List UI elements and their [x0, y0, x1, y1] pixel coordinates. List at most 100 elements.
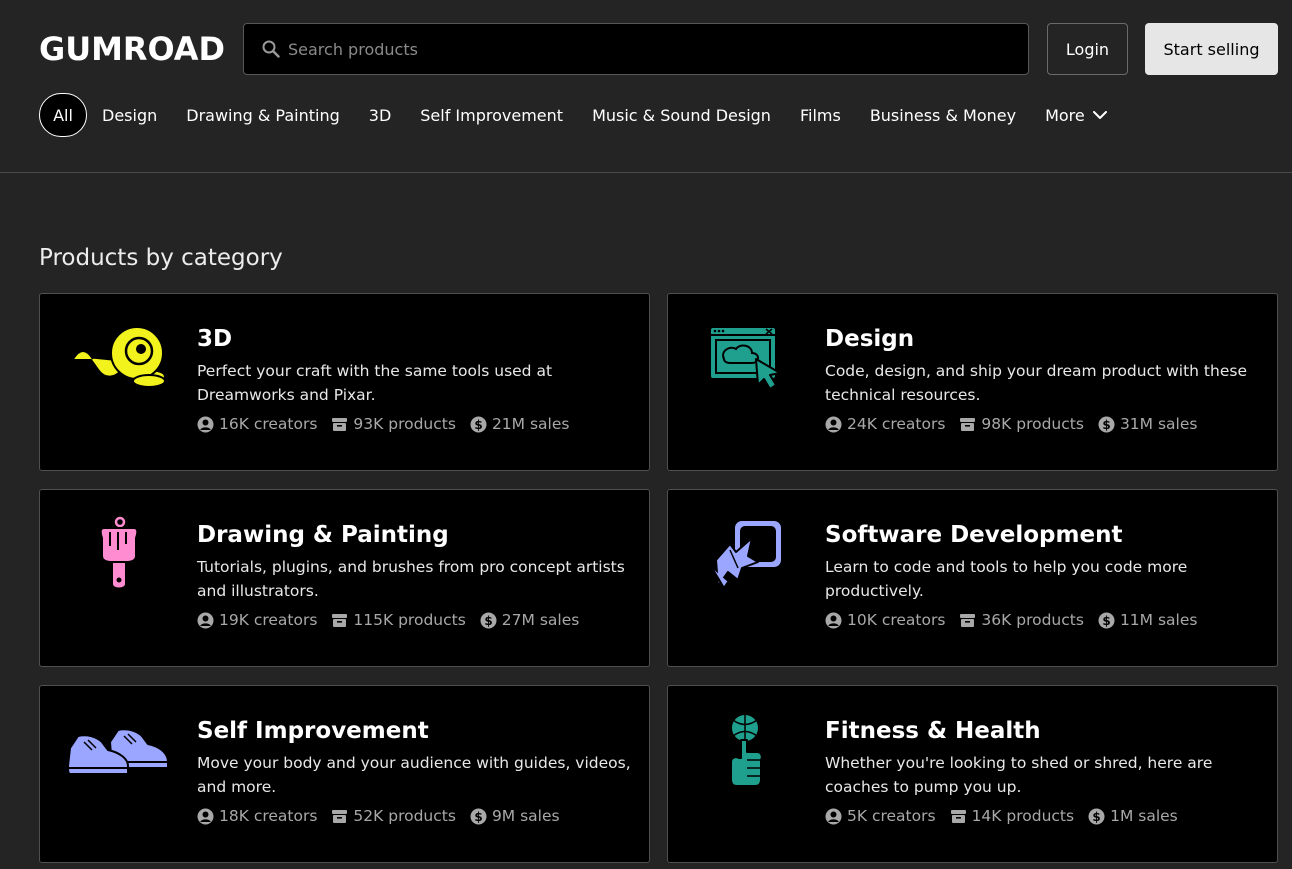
creators-stat: 18K creators — [197, 807, 317, 825]
card-stats: 24K creators 98K products $ 31M sales — [825, 415, 1259, 433]
creators-stat: 24K creators — [825, 415, 945, 433]
products-count: 14K products — [971, 807, 1075, 825]
creators-count: 16K creators — [219, 415, 318, 433]
sales-stat: $ 1M sales — [1088, 807, 1178, 825]
products-stat: 115K products — [331, 611, 466, 629]
sales-stat: $ 9M sales — [470, 807, 560, 825]
creators-count: 10K creators — [847, 611, 946, 629]
search-input[interactable] — [288, 24, 1028, 74]
sales-count: 27M sales — [501, 611, 580, 629]
creators-count: 24K creators — [847, 415, 946, 433]
products-count: 52K products — [353, 807, 456, 825]
card-title: 3D — [197, 326, 233, 352]
card-description: Code, design, and ship your dream produc… — [825, 362, 1247, 404]
sales-count: 21M sales — [491, 415, 570, 433]
sales-count: 31M sales — [1119, 415, 1198, 433]
card-description: Perfect your craft with the same tools u… — [197, 362, 553, 404]
sales-count: 9M sales — [491, 807, 560, 825]
category-tab-business-money[interactable]: Business & Money — [870, 106, 1016, 125]
dollar-coin-icon: $ — [1088, 808, 1105, 825]
more-label: More — [1045, 105, 1085, 125]
category-nav: All Design Drawing & Painting 3D Self Im… — [39, 93, 1136, 137]
software-cursor-icon — [694, 516, 800, 592]
card-description: Move your body and your audience with gu… — [197, 754, 631, 796]
paintbrush-icon — [66, 516, 172, 592]
category-tab-design[interactable]: Design — [102, 106, 157, 125]
archive-box-icon — [331, 416, 348, 433]
svg-text:$: $ — [474, 417, 482, 431]
search-bar — [243, 23, 1029, 75]
creators-stat: 16K creators — [197, 415, 317, 433]
user-circle-icon — [825, 612, 842, 629]
sales-stat: $ 27M sales — [480, 611, 580, 629]
category-tab-music-sound-design[interactable]: Music & Sound Design — [592, 106, 771, 125]
products-stat: 52K products — [331, 807, 456, 825]
category-tab-self-improvement[interactable]: Self Improvement — [420, 106, 563, 125]
category-tab-drawing-painting[interactable]: Drawing & Painting — [186, 106, 340, 125]
sneakers-icon — [66, 712, 172, 788]
svg-text:$: $ — [474, 809, 482, 823]
svg-text:$: $ — [484, 613, 492, 627]
dollar-coin-icon: $ — [1098, 612, 1115, 629]
archive-box-icon — [331, 808, 348, 825]
user-circle-icon — [197, 808, 214, 825]
user-circle-icon — [825, 808, 842, 825]
svg-text:$: $ — [1102, 613, 1110, 627]
creators-count: 5K creators — [847, 807, 936, 825]
category-card-3d[interactable]: 3D Perfect your craft with the same tool… — [39, 293, 650, 471]
site-header: GUMROAD Login Start selling All Design D… — [0, 0, 1292, 173]
card-title: Self Improvement — [197, 718, 429, 744]
creators-stat: 5K creators — [825, 807, 936, 825]
dollar-coin-icon: $ — [470, 808, 487, 825]
card-stats: 19K creators 115K products $ 27M sales — [197, 611, 631, 629]
sales-count: 11M sales — [1119, 611, 1198, 629]
dollar-coin-icon: $ — [470, 416, 487, 433]
sales-stat: $ 31M sales — [1098, 415, 1198, 433]
gumroad-logo[interactable]: GUMROAD — [39, 31, 227, 65]
design-window-icon — [694, 320, 800, 396]
category-tab-more[interactable]: More — [1045, 106, 1107, 125]
products-count: 93K products — [353, 415, 456, 433]
svg-text:GUMROAD: GUMROAD — [39, 31, 225, 65]
creators-count: 18K creators — [219, 807, 318, 825]
sales-stat: $ 21M sales — [470, 415, 570, 433]
products-count: 36K products — [981, 611, 1084, 629]
category-tab-3d[interactable]: 3D — [369, 106, 392, 125]
svg-text:$: $ — [1092, 809, 1100, 823]
products-stat: 36K products — [959, 611, 1084, 629]
creators-count: 19K creators — [219, 611, 318, 629]
login-button[interactable]: Login — [1047, 23, 1128, 75]
basketball-hand-icon — [694, 712, 800, 788]
svg-text:$: $ — [1102, 417, 1110, 431]
category-card-design[interactable]: Design Code, design, and ship your dream… — [667, 293, 1278, 471]
card-description: Tutorials, plugins, and brushes from pro… — [197, 558, 625, 600]
card-stats: 18K creators 52K products $ 9M sales — [197, 807, 631, 825]
category-tab-all[interactable]: All — [39, 93, 87, 137]
category-card-software-development[interactable]: Software Development Learn to code and t… — [667, 489, 1278, 667]
category-card-self-improvement[interactable]: Self Improvement Move your body and your… — [39, 685, 650, 863]
category-grid: 3D Perfect your craft with the same tool… — [39, 293, 1278, 863]
sales-count: 1M sales — [1110, 807, 1178, 825]
dollar-coin-icon: $ — [1098, 416, 1115, 433]
user-circle-icon — [197, 416, 214, 433]
archive-box-icon — [959, 416, 976, 433]
card-description: Whether you're looking to shed or shred,… — [825, 754, 1213, 796]
card-stats: 5K creators 14K products $ 1M sales — [825, 807, 1259, 825]
archive-box-icon — [331, 612, 348, 629]
products-count: 115K products — [353, 611, 466, 629]
products-count: 98K products — [981, 415, 1084, 433]
archive-box-icon — [959, 612, 976, 629]
3d-creature-icon — [66, 320, 172, 396]
category-card-fitness-health[interactable]: Fitness & Health Whether you're looking … — [667, 685, 1278, 863]
card-stats: 10K creators 36K products $ 11M sales — [825, 611, 1259, 629]
chevron-down-icon — [1092, 110, 1107, 120]
category-card-drawing-painting[interactable]: Drawing & Painting Tutorials, plugins, a… — [39, 489, 650, 667]
sales-stat: $ 11M sales — [1098, 611, 1198, 629]
products-stat: 93K products — [331, 415, 456, 433]
card-description: Learn to code and tools to help you code… — [825, 558, 1188, 600]
start-selling-button[interactable]: Start selling — [1145, 23, 1278, 75]
search-icon — [262, 40, 280, 58]
category-tab-films[interactable]: Films — [800, 106, 841, 125]
section-title: Products by category — [39, 245, 283, 271]
creators-stat: 10K creators — [825, 611, 945, 629]
